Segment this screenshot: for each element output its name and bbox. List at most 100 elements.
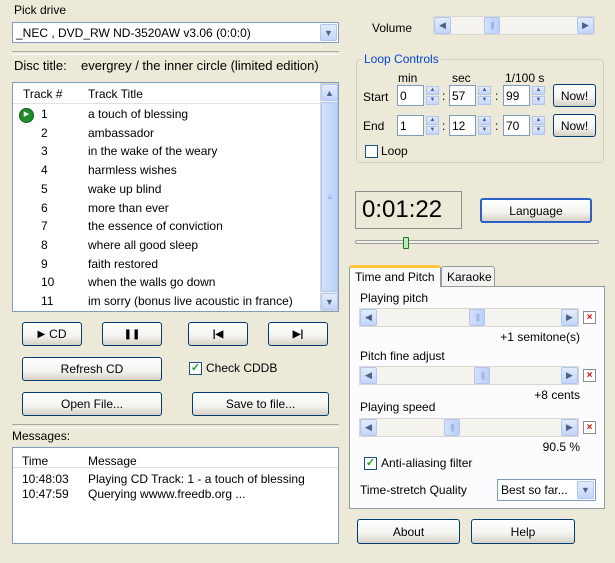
messages-list[interactable]: Time Message 10:48:03 Playing CD Track: 1… bbox=[12, 447, 339, 544]
volume-slider[interactable]: ◀ ||| ▶ bbox=[433, 16, 595, 35]
scroll-right-icon[interactable]: ▶ bbox=[561, 419, 578, 436]
time-stretch-select[interactable]: Best so far... ▼ bbox=[497, 479, 596, 501]
end-now-button[interactable]: Now! bbox=[553, 114, 596, 137]
save-file-button[interactable]: Save to file... bbox=[192, 392, 329, 416]
end-sec-input[interactable]: 12 bbox=[449, 115, 476, 136]
scroll-right-icon[interactable]: ▶ bbox=[577, 17, 594, 34]
pitch-slider[interactable]: ◀ ||| ▶ bbox=[359, 308, 579, 327]
track-row[interactable]: 11 im sorry (bonus live acoustic in franc… bbox=[13, 292, 321, 311]
track-list[interactable]: Track # Track Title ▶ 1 a touch of blessin… bbox=[12, 82, 339, 312]
message-time: 10:47:59 bbox=[22, 487, 69, 501]
track-row[interactable]: 4 harmless wishes bbox=[13, 161, 321, 180]
start-hundredths-input[interactable]: 99 bbox=[503, 85, 530, 106]
pause-button[interactable]: ❚❚ bbox=[102, 322, 162, 346]
pause-icon: ❚❚ bbox=[123, 328, 141, 340]
track-row[interactable]: 10 when the walls go down bbox=[13, 273, 321, 292]
scroll-left-icon[interactable]: ◀ bbox=[360, 419, 377, 436]
start-hundredths-spinner[interactable]: ▲ ▼ bbox=[532, 86, 545, 105]
track-row[interactable]: 2 ambassador bbox=[13, 124, 321, 143]
previous-icon: |◀ bbox=[212, 328, 224, 340]
language-button[interactable]: Language bbox=[480, 198, 592, 223]
scroll-down-icon[interactable]: ▼ bbox=[321, 293, 338, 310]
start-label: Start bbox=[363, 90, 389, 104]
pitch-fine-adjust-value: +8 cents bbox=[534, 388, 580, 402]
fine-slider[interactable]: ◀ ||| ▶ bbox=[359, 366, 579, 385]
track-row[interactable]: 9 faith restored bbox=[13, 255, 321, 274]
column-header-time[interactable]: Time bbox=[22, 454, 48, 468]
scroll-right-icon[interactable]: ▶ bbox=[561, 309, 578, 326]
refresh-cd-button[interactable]: Refresh CD bbox=[22, 357, 162, 381]
play-cd-button[interactable]: ▶ CD bbox=[22, 322, 82, 346]
start-sec-input[interactable]: 57 bbox=[449, 85, 476, 106]
end-min-spinner[interactable]: ▲ ▼ bbox=[426, 116, 439, 135]
start-now-label: Now! bbox=[560, 88, 589, 103]
drive-select[interactable]: _NEC , DVD_RW ND-3520AW v3.06 (0:0:0) ▼ bbox=[12, 22, 339, 43]
track-number: 3 bbox=[41, 144, 48, 159]
start-min-input[interactable]: 0 bbox=[397, 85, 424, 106]
reset-fine-icon[interactable]: × bbox=[583, 369, 596, 382]
scroll-left-icon[interactable]: ◀ bbox=[434, 17, 451, 34]
playing-indicator-icon: ▶ bbox=[19, 108, 34, 123]
check-cddb-checkbox[interactable]: ✓ bbox=[189, 362, 202, 375]
track-list-scrollbar[interactable]: ▲ ≡ ▼ bbox=[320, 83, 338, 311]
track-title: where all good sleep bbox=[88, 237, 199, 252]
track-row[interactable]: 7 the essence of conviction bbox=[13, 217, 321, 236]
position-track bbox=[355, 240, 599, 244]
end-min-value: 1 bbox=[400, 119, 407, 133]
column-sec-label: sec bbox=[452, 71, 471, 85]
reset-speed-icon[interactable]: × bbox=[583, 421, 596, 434]
end-hundredths-spinner[interactable]: ▲ ▼ bbox=[532, 116, 545, 135]
track-row[interactable]: 5 wake up blind bbox=[13, 180, 321, 199]
language-label: Language bbox=[509, 203, 563, 218]
start-min-value: 0 bbox=[400, 89, 407, 103]
end-sec-spinner[interactable]: ▲ ▼ bbox=[478, 116, 491, 135]
track-title: in the wake of the weary bbox=[88, 144, 218, 159]
speed-thumb[interactable]: ||| bbox=[444, 419, 461, 436]
scroll-right-icon[interactable]: ▶ bbox=[561, 367, 578, 384]
scroll-thumb[interactable]: ≡ bbox=[321, 102, 338, 292]
start-sec-spinner[interactable]: ▲ ▼ bbox=[478, 86, 491, 105]
track-title: wake up blind bbox=[88, 181, 162, 196]
track-row[interactable]: 3 in the wake of the weary bbox=[13, 142, 321, 161]
scroll-left-icon[interactable]: ◀ bbox=[360, 367, 377, 384]
playing-speed-value: 90.5 % bbox=[542, 440, 580, 454]
tab-time-and-pitch[interactable]: Time and Pitch bbox=[349, 265, 441, 287]
playing-pitch-label: Playing pitch bbox=[360, 291, 429, 305]
pitch-thumb[interactable]: ||| bbox=[469, 309, 486, 326]
position-slider[interactable] bbox=[355, 237, 599, 249]
scroll-left-icon[interactable]: ◀ bbox=[360, 309, 377, 326]
fine-thumb[interactable]: ||| bbox=[474, 367, 491, 384]
check-cddb-label[interactable]: Check CDDB bbox=[206, 361, 277, 375]
end-min-input[interactable]: 1 bbox=[397, 115, 424, 136]
start-now-button[interactable]: Now! bbox=[553, 84, 596, 107]
anti-aliasing-label[interactable]: Anti-aliasing filter bbox=[381, 456, 472, 470]
chevron-down-icon[interactable]: ▼ bbox=[577, 481, 594, 499]
reset-pitch-icon[interactable]: × bbox=[583, 311, 596, 324]
track-row[interactable]: 8 where all good sleep bbox=[13, 236, 321, 255]
track-title: faith restored bbox=[88, 256, 159, 271]
help-button[interactable]: Help bbox=[471, 519, 575, 544]
scroll-up-icon[interactable]: ▲ bbox=[321, 84, 338, 101]
tab-karaoke[interactable]: Karaoke bbox=[441, 266, 495, 286]
message-text: Playing CD Track: 1 - a touch of blessin… bbox=[88, 472, 305, 486]
start-min-spinner[interactable]: ▲ ▼ bbox=[426, 86, 439, 105]
track-title: more than ever bbox=[88, 200, 169, 215]
end-hundredths-input[interactable]: 70 bbox=[503, 115, 530, 136]
about-button[interactable]: About bbox=[357, 519, 460, 544]
speed-slider[interactable]: ◀ ||| ▶ bbox=[359, 418, 579, 437]
anti-aliasing-checkbox[interactable]: ✓ bbox=[364, 457, 377, 470]
track-row[interactable]: 6 more than ever bbox=[13, 199, 321, 218]
loop-label[interactable]: Loop bbox=[381, 144, 408, 158]
position-thumb[interactable] bbox=[402, 237, 409, 249]
column-header-message[interactable]: Message bbox=[88, 454, 137, 468]
column-header-title[interactable]: Track Title bbox=[88, 87, 143, 101]
next-track-button[interactable]: ▶| bbox=[268, 322, 328, 346]
loop-checkbox[interactable] bbox=[365, 145, 378, 158]
track-row[interactable]: ▶ 1 a touch of blessing bbox=[13, 105, 321, 124]
previous-track-button[interactable]: |◀ bbox=[188, 322, 248, 346]
chevron-down-icon[interactable]: ▼ bbox=[320, 24, 337, 41]
volume-thumb[interactable]: ||| bbox=[484, 17, 500, 34]
column-header-track[interactable]: Track # bbox=[23, 87, 63, 101]
track-title: ambassador bbox=[88, 125, 155, 140]
open-file-button[interactable]: Open File... bbox=[22, 392, 162, 416]
